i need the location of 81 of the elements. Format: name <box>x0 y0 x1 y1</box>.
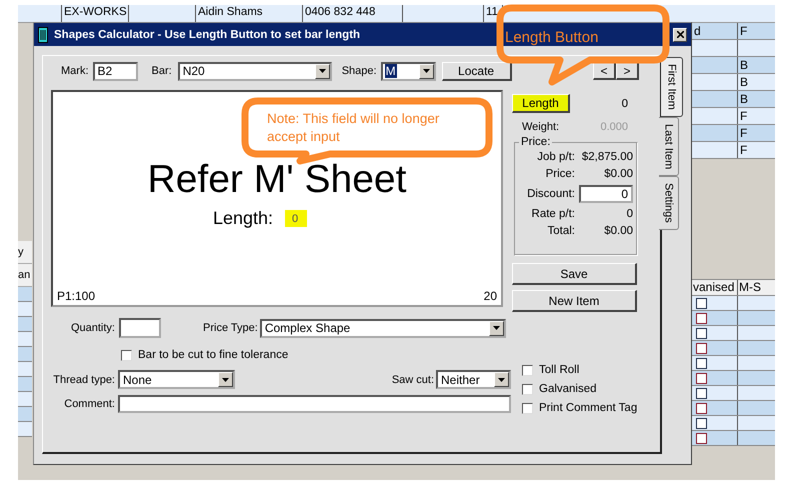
length-label: Length: <box>212 208 274 229</box>
checkbox[interactable] <box>522 402 533 414</box>
price-label: Price: <box>544 168 575 180</box>
saw-cut-label: Saw cut: <box>392 374 434 386</box>
saw-cut-dropdown[interactable]: Neither <box>436 370 511 389</box>
checkbox[interactable] <box>696 298 707 309</box>
table-cell-text: F <box>739 23 748 39</box>
table-cell-text: B <box>739 74 750 90</box>
discount-field[interactable]: 0 <box>579 185 633 203</box>
new-item-button[interactable]: New Item <box>512 290 637 312</box>
bar-label: Bar: <box>152 65 172 77</box>
checkbox[interactable] <box>696 388 707 399</box>
checkbox-label: Galvanised <box>539 383 597 395</box>
side-tab[interactable]: Settings <box>659 176 679 230</box>
checkbox-label: Bar to be cut to fine tolerance <box>138 349 288 361</box>
checkbox[interactable] <box>522 384 533 394</box>
price-value: $0.00 <box>603 225 633 237</box>
thread-type-dropdown[interactable]: None <box>118 370 235 389</box>
price-label: Total: <box>546 225 575 237</box>
checkbox[interactable] <box>696 313 707 324</box>
price-value: 0 <box>626 208 633 220</box>
table-cell-text: F <box>739 125 748 141</box>
callout-text: Length Button <box>505 29 600 47</box>
thread-type-label: Thread type: <box>52 374 115 386</box>
table-cell-text: B <box>739 57 750 73</box>
close-button[interactable] <box>673 28 687 42</box>
weight-label: Weight: <box>522 121 560 133</box>
checkbox-label: Print Comment Tag <box>539 402 638 414</box>
dimension-number: 20 <box>484 289 497 303</box>
price-value: $0.00 <box>603 168 633 180</box>
dropdown-arrow-icon <box>492 326 500 330</box>
locate-button[interactable]: Locate <box>442 62 512 80</box>
dropdown-arrow-icon <box>498 378 505 382</box>
checkbox[interactable] <box>696 343 707 354</box>
price-type-label: Price Type: <box>203 322 258 334</box>
dropdown-arrow-icon <box>422 69 430 73</box>
ruler-icon <box>38 26 48 42</box>
shape-heading: Refer M' Sheet <box>148 158 406 202</box>
dropdown-arrow-icon <box>318 69 326 73</box>
side-tab[interactable]: First Item <box>661 57 683 117</box>
checkbox[interactable] <box>121 350 132 360</box>
bar-dropdown[interactable]: N20 <box>178 62 332 80</box>
checkbox-label: Toll Roll <box>539 364 580 376</box>
table-cell: an <box>18 264 32 287</box>
checkbox[interactable] <box>696 433 707 444</box>
quantity-label: Quantity: <box>70 322 115 334</box>
comment-label: Comment: <box>63 398 115 410</box>
price-value: $2,875.00 <box>580 151 633 163</box>
table-cell-text: F <box>739 142 748 158</box>
checkbox[interactable] <box>696 328 707 339</box>
checkbox[interactable] <box>696 403 707 414</box>
checkbox[interactable] <box>696 373 707 384</box>
comment-field[interactable] <box>118 395 511 413</box>
shape-label: Shape: <box>342 65 377 77</box>
length-value: 0 <box>285 210 308 227</box>
column-header: M-S <box>738 280 762 295</box>
weight-value: 0.000 <box>600 121 628 133</box>
table-cell-text: F <box>739 108 748 124</box>
save-button[interactable]: Save <box>512 263 637 285</box>
checkbox[interactable] <box>696 358 707 369</box>
table-cell: y <box>18 241 32 264</box>
scale-label: P1:100 <box>57 289 96 303</box>
length-button[interactable]: Length <box>512 94 570 113</box>
callout-text: Note: This field will no longer accept input <box>267 110 440 146</box>
quantity-field[interactable] <box>119 318 161 338</box>
price-label: Discount: <box>526 188 575 200</box>
price-label: Job p/t: <box>536 151 575 163</box>
dropdown-arrow-icon <box>222 378 229 382</box>
price-group-title: Price: <box>519 136 552 148</box>
side-tab[interactable]: Last Item <box>659 116 679 176</box>
price-label: Rate p/t: <box>530 208 575 220</box>
checkbox[interactable] <box>696 418 707 429</box>
window-title: Shapes Calculator - Use Length Button to set bar length <box>54 28 360 40</box>
close-icon <box>676 31 684 38</box>
price-type-dropdown[interactable]: Complex Shape <box>260 318 506 338</box>
checkbox[interactable] <box>522 364 533 376</box>
length-reading: 0 <box>622 98 628 110</box>
mark-label: Mark: <box>61 65 88 77</box>
table-cell-text: B <box>739 91 750 107</box>
shape-dropdown[interactable]: M <box>380 62 436 80</box>
mark-field[interactable]: B2 <box>92 62 138 80</box>
